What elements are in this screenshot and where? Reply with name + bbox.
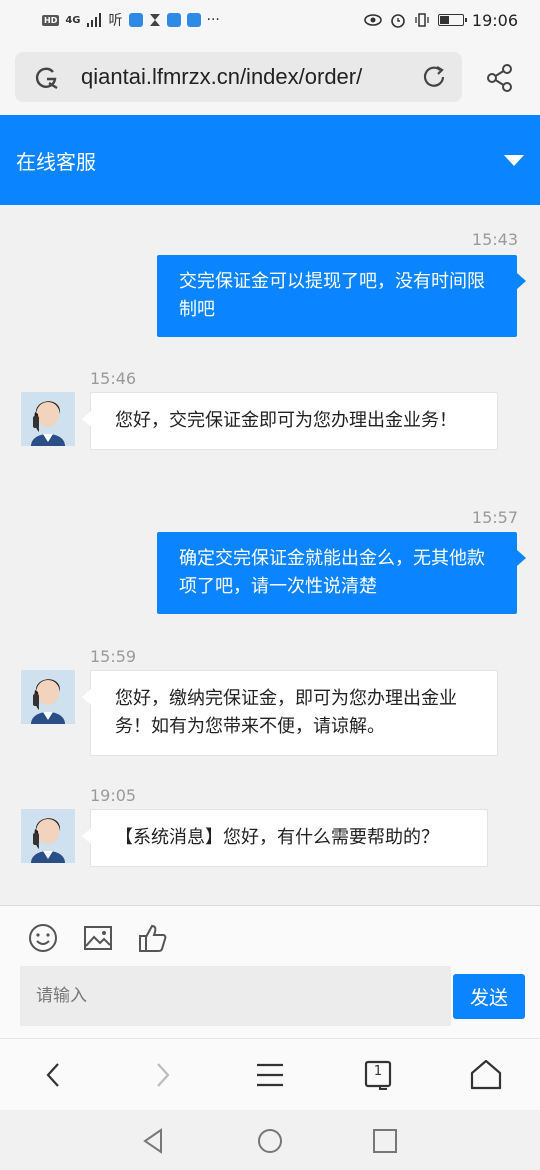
app-notification-icon <box>186 13 201 27</box>
caret-down-icon[interactable] <box>504 154 524 166</box>
reload-icon[interactable] <box>420 63 448 91</box>
message-list[interactable]: 15:43 交完保证金可以提现了吧，没有时间限制吧 15:46 您好，交完保证金… <box>0 205 540 905</box>
message-bubble-incoming[interactable]: 【系统消息】您好，有什么需要帮助的？ <box>82 809 488 867</box>
message-time: 15:43 <box>471 230 518 249</box>
clock-time: 19:06 <box>471 10 518 30</box>
menu-icon[interactable] <box>252 1057 288 1093</box>
tabs-button[interactable]: 1 <box>360 1057 396 1093</box>
send-button[interactable]: 发送 <box>453 974 525 1019</box>
thumbs-up-icon[interactable] <box>137 922 169 954</box>
message-time: 15:59 <box>90 647 137 666</box>
battery-icon <box>437 14 467 26</box>
message-time: 15:57 <box>471 508 518 527</box>
eye-icon <box>364 14 382 26</box>
app-notification-icon <box>166 13 181 27</box>
agent-portrait-icon <box>21 670 75 724</box>
hourglass-icon <box>149 14 160 26</box>
agent-portrait-icon <box>21 392 75 446</box>
agent-avatar <box>21 809 75 863</box>
signal-icon <box>86 13 101 27</box>
emoji-icon[interactable] <box>27 922 59 954</box>
home-icon[interactable] <box>468 1057 504 1093</box>
message-bubble-outgoing[interactable]: 交完保证金可以提现了吧，没有时间限制吧 <box>157 255 526 337</box>
system-back-icon[interactable] <box>139 1126 169 1156</box>
app-notification-icon <box>128 13 143 27</box>
music-app-icon: 听 <box>108 13 123 29</box>
message-bubble-incoming[interactable]: 您好，缴纳完保证金，即可为您办理出金业务！如有为您带来不便，请谅解。 <box>82 670 498 756</box>
system-nav-bar <box>0 1110 540 1170</box>
message-time: 15:46 <box>90 369 137 388</box>
more-notifications-icon: ··· <box>206 12 220 28</box>
url-text[interactable]: qiantai.lfmrzx.cn/index/order/ <box>81 64 420 90</box>
forward-icon[interactable] <box>144 1057 180 1093</box>
page-title: 在线客服 <box>16 149 96 174</box>
search-engine-icon[interactable] <box>33 63 61 91</box>
tab-count: 1 <box>373 1064 383 1079</box>
address-bar[interactable]: qiantai.lfmrzx.cn/index/order/ <box>15 52 462 102</box>
network-type: 4G <box>65 14 81 26</box>
message-bubble-outgoing[interactable]: 确定交完保证金就能出金么，无其他款项了吧，请一次性说清楚 <box>157 532 526 614</box>
alarm-icon <box>391 14 405 28</box>
agent-portrait-icon <box>21 809 75 863</box>
vibrate-icon <box>415 13 429 27</box>
message-bubble-incoming[interactable]: 您好，交完保证金即可为您办理出金业务！ <box>82 392 498 450</box>
image-icon[interactable] <box>82 922 114 954</box>
hd-badge: HD <box>42 14 60 26</box>
browser-toolbar: qiantai.lfmrzx.cn/index/order/ <box>0 40 540 115</box>
agent-avatar <box>21 670 75 724</box>
agent-avatar <box>21 392 75 446</box>
browser-nav-bar: 1 <box>0 1038 540 1110</box>
message-time: 19:05 <box>90 786 137 805</box>
share-icon[interactable] <box>485 63 515 93</box>
system-recents-icon[interactable] <box>370 1126 400 1156</box>
status-bar: HD 4G 听 ··· 19:06 <box>0 0 540 40</box>
message-input[interactable] <box>20 966 451 1026</box>
composer: 发送 <box>0 905 540 1038</box>
back-icon[interactable] <box>36 1057 72 1093</box>
system-home-icon[interactable] <box>255 1126 285 1156</box>
chat-header[interactable]: 在线客服 <box>0 115 540 205</box>
